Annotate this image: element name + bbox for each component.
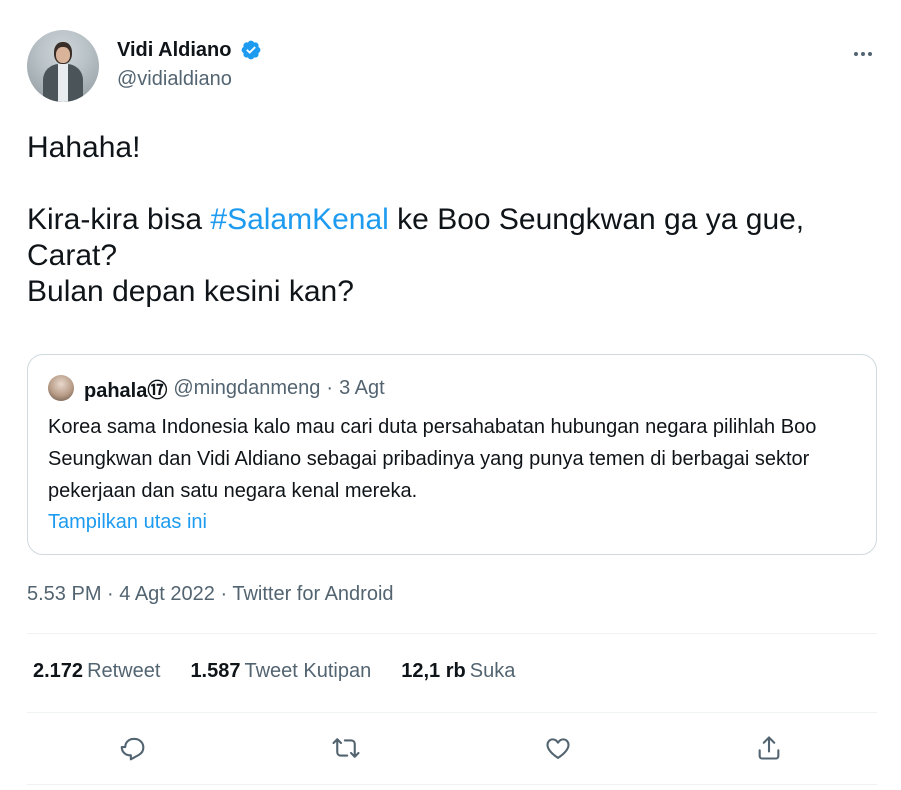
quoted-separator: · (326, 376, 334, 399)
divider (27, 712, 877, 713)
retweets-stat[interactable]: 2.172 Retweet (33, 660, 160, 683)
tweet-text-intro: Hahaha! Kira-kira bisa (27, 131, 203, 236)
tweet-detail: Vidi Aldiano @vidialdiano Hahaha! Kira-k… (0, 0, 901, 790)
quoted-author-name: pahala⑰ (84, 379, 168, 402)
likes-stat[interactable]: 12,1 rb Suka (401, 660, 515, 683)
author-handle[interactable]: @vidialdiano (117, 66, 262, 92)
divider (27, 784, 877, 785)
tweet-metadata: 5.53 PM · 4 Agt 2022 · Twitter for Andro… (27, 583, 394, 605)
tweet-actions (27, 728, 877, 770)
tweet-source[interactable]: Twitter for Android (232, 583, 393, 605)
tweet-date[interactable]: 4 Agt 2022 (119, 583, 215, 605)
more-icon[interactable] (849, 42, 877, 66)
author-avatar[interactable] (27, 30, 99, 102)
like-button[interactable] (538, 728, 578, 768)
quote-tweets-label: Tweet Kutipan (244, 660, 372, 682)
likes-count: 12,1 rb (401, 660, 466, 682)
likes-label: Suka (469, 660, 516, 682)
quote-tweets-stat[interactable]: 1.587 Tweet Kutipan (190, 660, 371, 683)
quoted-author-handle: @mingdanmeng (173, 376, 321, 399)
quote-tweets-count: 1.587 (190, 660, 241, 682)
tweet-text: Hahaha! Kira-kira bisa #SalamKenal ke Bo… (27, 130, 877, 310)
retweet-icon (332, 738, 360, 758)
hashtag-link[interactable]: #SalamKenal (210, 203, 388, 236)
retweets-label: Retweet (87, 660, 161, 682)
quoted-tweet-header: pahala⑰ @mingdanmeng · 3 Agt (48, 375, 385, 402)
tweet-time[interactable]: 5.53 PM (27, 583, 101, 605)
like-icon (546, 738, 570, 759)
author-names: Vidi Aldiano @vidialdiano (117, 38, 262, 92)
retweet-button[interactable] (326, 728, 366, 768)
share-button[interactable] (749, 728, 789, 768)
quoted-timestamp: 3 Agt (339, 376, 385, 399)
tweet-stats: 2.172 Retweet 1.587 Tweet Kutipan 12,1 rb S… (33, 660, 515, 683)
reply-button[interactable] (114, 728, 154, 768)
quoted-author-avatar (48, 375, 74, 401)
quoted-tweet-text: Korea sama Indonesia kalo mau cari duta … (48, 416, 817, 502)
divider (27, 633, 877, 634)
verified-badge-icon (241, 40, 261, 60)
quoted-tweet-card[interactable]: pahala⑰ @mingdanmeng · 3 Agt Korea sama … (27, 354, 877, 555)
author-display-name[interactable]: Vidi Aldiano (117, 38, 231, 62)
retweets-count: 2.172 (33, 660, 84, 682)
show-thread-link[interactable]: Tampilkan utas ini (48, 509, 207, 535)
tweet-header: Vidi Aldiano @vidialdiano (27, 30, 877, 102)
share-icon (758, 736, 780, 760)
reply-icon (120, 737, 145, 761)
